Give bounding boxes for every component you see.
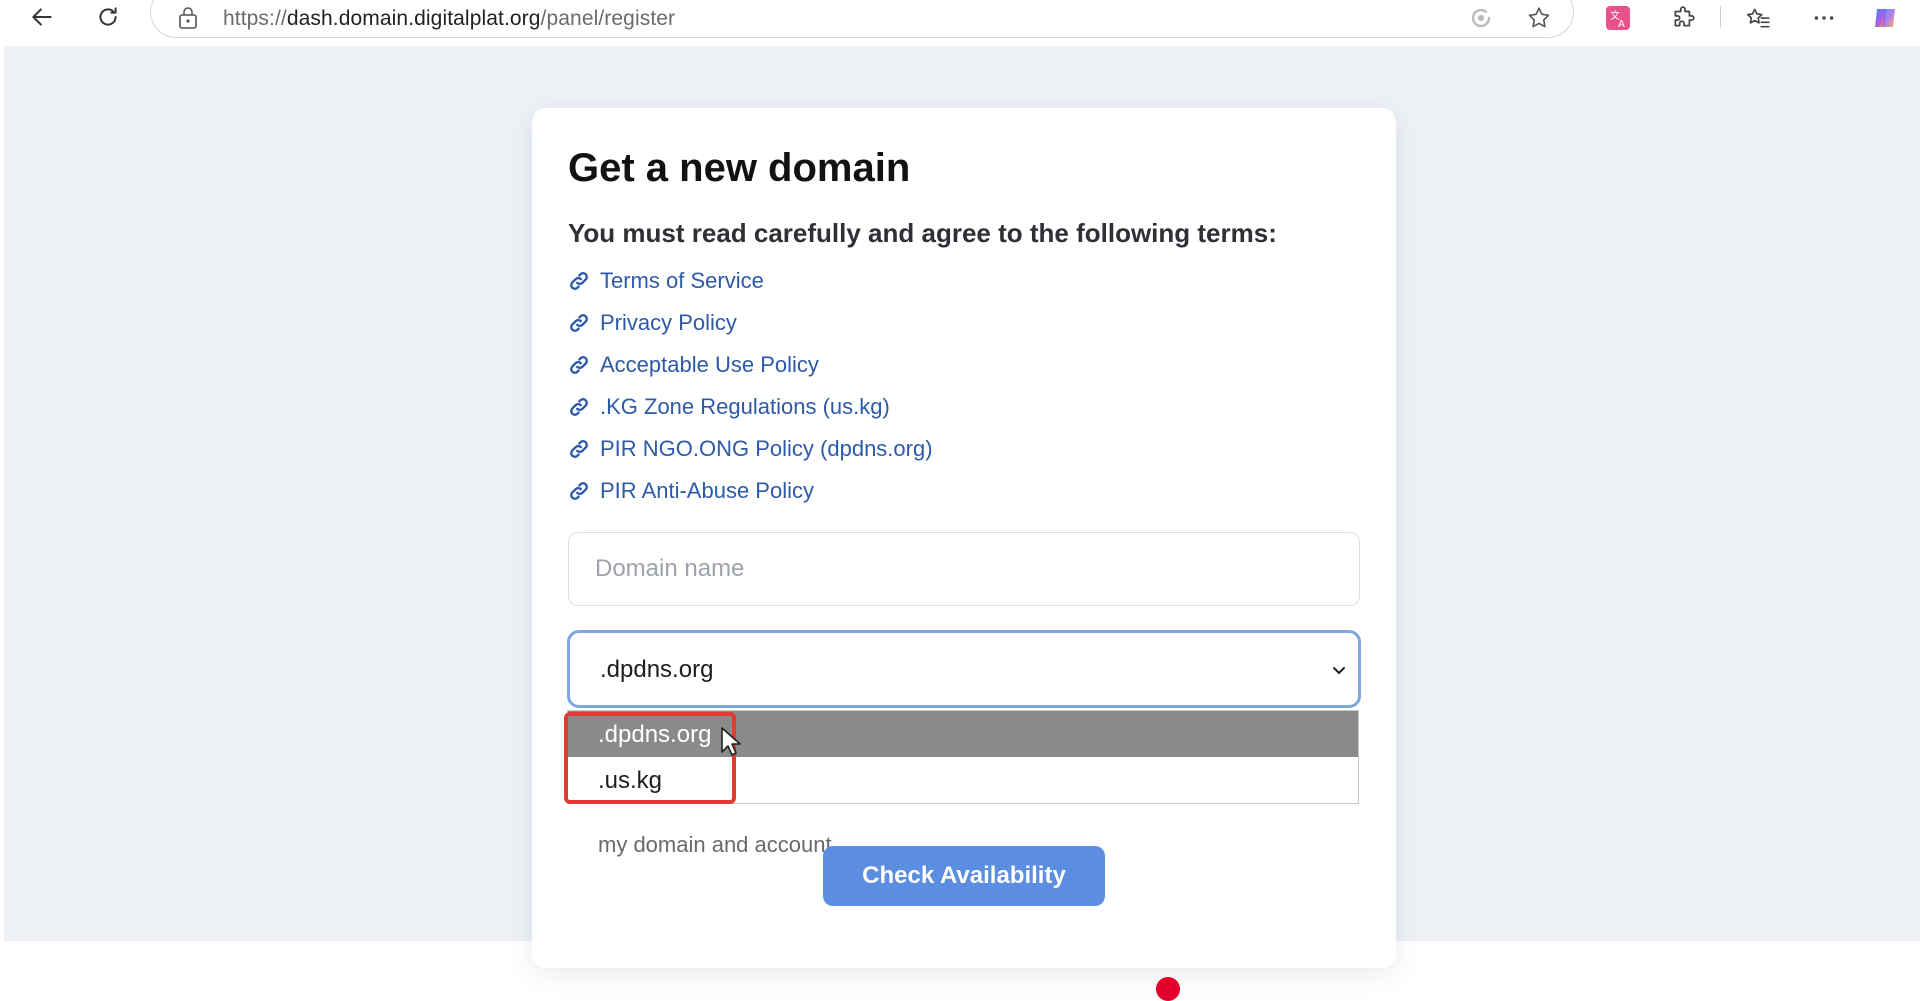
agreement-partial-text: my domain and account.	[598, 832, 838, 857]
browser-toolbar: https://dash.domain.digitalplat.org/pane…	[0, 0, 1920, 46]
suffix-dropdown-list: .dpdns.org .us.kg	[567, 710, 1359, 804]
pir-ngo-ong-policy-link[interactable]: PIR NGO.ONG Policy (dpdns.org)	[568, 428, 933, 470]
link-label: PIR Anti-Abuse Policy	[600, 478, 814, 503]
page-background: Get a new domain You must read carefully…	[4, 46, 1920, 1001]
favorite-star-icon[interactable]	[1525, 4, 1553, 32]
link-icon	[568, 396, 590, 418]
refresh-button[interactable]	[84, 0, 132, 34]
link-label: Privacy Policy	[600, 310, 737, 335]
favorites-icon[interactable]	[1740, 2, 1776, 34]
notification-dot	[1156, 977, 1180, 1001]
select-value: .dpdns.org	[600, 656, 714, 683]
link-label: Acceptable Use Policy	[600, 352, 819, 377]
link-label: .KG Zone Regulations (us.kg)	[600, 394, 890, 419]
terms-links: Terms of Service Privacy Policy Acceptab…	[568, 260, 933, 512]
pir-anti-abuse-policy-link[interactable]: PIR Anti-Abuse Policy	[568, 470, 933, 512]
copilot-icon[interactable]	[1868, 2, 1904, 34]
acceptable-use-policy-link[interactable]: Acceptable Use Policy	[568, 344, 933, 386]
terms-of-service-link[interactable]: Terms of Service	[568, 260, 933, 302]
link-icon	[568, 438, 590, 460]
url-text: https://dash.domain.digitalplat.org/pane…	[223, 7, 676, 30]
toolbar-divider	[1720, 6, 1721, 28]
link-label: Terms of Service	[600, 268, 764, 293]
domain-name-input[interactable]	[568, 532, 1360, 606]
svg-text:A: A	[1618, 19, 1625, 30]
page-title: Get a new domain	[568, 146, 911, 190]
option-us-kg[interactable]: .us.kg	[568, 757, 1358, 803]
extensions-icon[interactable]	[1666, 2, 1702, 34]
lock-icon	[179, 7, 197, 29]
mouse-cursor-icon	[721, 727, 741, 756]
read-aloud-icon[interactable]	[1467, 4, 1495, 32]
kg-zone-regulations-link[interactable]: .KG Zone Regulations (us.kg)	[568, 386, 933, 428]
refresh-icon	[99, 7, 117, 26]
translate-icon[interactable]: 文A	[1600, 2, 1636, 34]
link-icon	[568, 270, 590, 292]
link-icon	[568, 354, 590, 376]
check-availability-button[interactable]: Check Availability	[823, 846, 1105, 906]
register-card: Get a new domain You must read carefully…	[532, 108, 1396, 968]
more-options-icon[interactable]	[1806, 2, 1842, 34]
terms-heading: You must read carefully and agree to the…	[568, 218, 1277, 248]
option-dpdns-org[interactable]: .dpdns.org	[568, 711, 1358, 757]
back-button[interactable]	[18, 0, 66, 34]
link-label: PIR NGO.ONG Policy (dpdns.org)	[600, 436, 933, 461]
address-bar[interactable]: https://dash.domain.digitalplat.org/pane…	[150, 0, 1574, 38]
link-icon	[568, 312, 590, 334]
privacy-policy-link[interactable]: Privacy Policy	[568, 302, 933, 344]
link-icon	[568, 480, 590, 502]
chevron-down-icon	[1333, 667, 1345, 674]
back-arrow-icon	[32, 8, 52, 26]
domain-suffix-select[interactable]: .dpdns.org	[567, 630, 1361, 708]
